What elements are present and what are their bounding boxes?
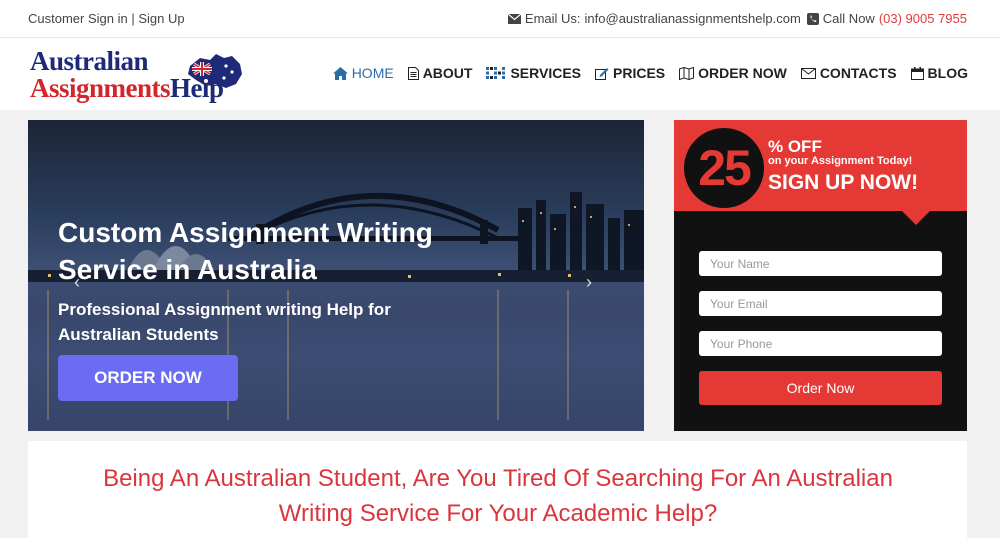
signup-order-now-button[interactable]: Order Now <box>699 371 942 405</box>
phone-input[interactable] <box>699 331 942 356</box>
phone-icon <box>806 12 819 25</box>
discount-percent: % OFF <box>768 137 822 156</box>
site-logo[interactable]: Australian AssignmentsHelp <box>30 46 270 106</box>
email-label: Email Us: <box>524 11 581 26</box>
nav-services-label: SERVICES <box>510 65 582 81</box>
edit-icon <box>595 67 609 80</box>
nav-prices-label: PRICES <box>613 65 666 81</box>
nav-blog-label: BLOG <box>927 65 968 81</box>
map-icon <box>679 66 695 80</box>
phone-link[interactable]: (03) 9005 7955 <box>879 11 967 26</box>
nav-about-label: ABOUT <box>422 65 473 81</box>
envelope-icon <box>507 13 521 24</box>
nav-contacts-label: CONTACTS <box>819 65 897 81</box>
nav-contacts[interactable]: CONTACTS <box>800 65 897 81</box>
slider-next-arrow[interactable]: › <box>586 272 592 293</box>
hero-order-now-button[interactable]: ORDER NOW <box>58 355 238 401</box>
calendar-icon <box>910 66 924 80</box>
customer-signin-link[interactable]: Customer Sign in <box>28 11 128 26</box>
intro-section: Being An Australian Student, Are You Tir… <box>28 441 967 538</box>
discount-number: 25 <box>684 128 764 208</box>
nav-blog[interactable]: BLOG <box>910 65 968 81</box>
logo-assignments: Assignments <box>30 73 171 103</box>
australia-map-flag-icon <box>188 54 242 88</box>
nav-order-now[interactable]: ORDER NOW <box>679 65 787 81</box>
home-icon <box>332 66 348 80</box>
hero-title: Custom Assignment Writing Service in Aus… <box>58 217 433 285</box>
discount-text: on your Assignment Today! <box>768 155 913 167</box>
account-links: Customer Sign in | Sign Up <box>28 11 185 26</box>
email-link[interactable]: info@australianassignmentshelp.com <box>585 11 801 26</box>
hero-slider: ‹ › Custom Assignment Writing Service in… <box>28 120 644 431</box>
site-header: Australian AssignmentsHelp HOME ABOUT SE… <box>0 38 1000 110</box>
link-separator: | <box>131 11 135 26</box>
main-nav: HOME ABOUT SERVICES PRICES ORDER NOW CON… <box>332 65 968 81</box>
nav-home[interactable]: HOME <box>332 65 394 81</box>
hero-subtitle: Professional Assignment writing Help for… <box>58 300 391 344</box>
email-input[interactable] <box>699 291 942 316</box>
signup-panel: 25 % OFF on your Assignment Today! SIGN … <box>674 120 967 431</box>
envelope-icon <box>800 67 816 79</box>
top-bar: Customer Sign in | Sign Up Email Us: inf… <box>0 0 1000 38</box>
call-label: Call Now <box>822 11 875 26</box>
nav-about[interactable]: ABOUT <box>407 65 473 81</box>
nav-order-now-label: ORDER NOW <box>698 65 787 81</box>
document-icon <box>407 66 419 80</box>
nav-services[interactable]: SERVICES <box>486 65 581 81</box>
signup-cta: SIGN UP NOW! <box>768 171 919 194</box>
discount-banner: 25 % OFF on your Assignment Today! SIGN … <box>674 120 967 211</box>
name-input[interactable] <box>699 251 942 276</box>
contact-info: Email Us: info@australianassignmentshelp… <box>507 11 967 26</box>
intro-heading: Being An Australian Student, Are You Tir… <box>103 465 893 527</box>
signup-link[interactable]: Sign Up <box>138 11 184 26</box>
nav-home-label: HOME <box>351 65 394 81</box>
grid-icon <box>486 67 506 79</box>
banner-pointer <box>902 211 930 225</box>
nav-prices[interactable]: PRICES <box>595 65 665 81</box>
